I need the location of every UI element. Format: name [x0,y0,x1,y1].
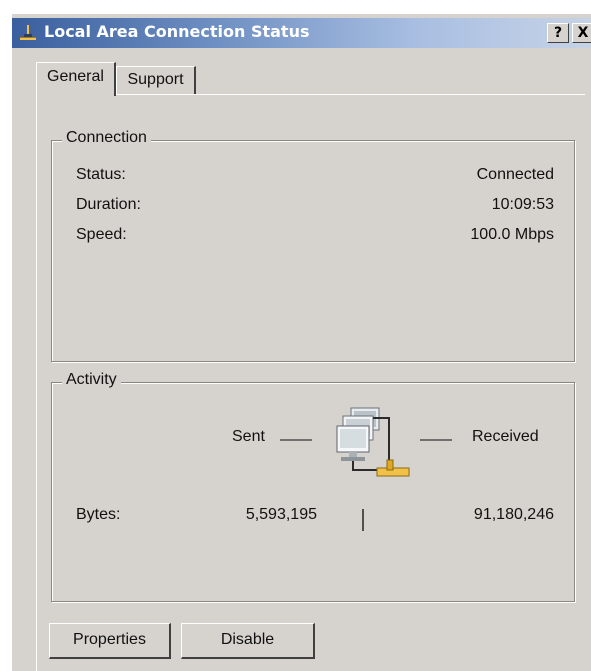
network-icon [20,25,36,40]
bytes-sent-value: 5,593,195 [245,506,317,523]
tab-general[interactable]: General [36,62,116,96]
status-value: Connected [476,166,554,183]
duration-label: Duration: [76,196,141,213]
bytes-label: Bytes: [76,506,121,523]
sent-label: Sent [232,428,265,445]
connection-group-title: Connection [62,129,151,147]
bytes-received-value: 91,180,246 [473,506,554,523]
received-line [420,439,452,441]
help-button[interactable]: ? [547,23,569,43]
speed-value: 100.0 Mbps [470,226,554,243]
close-button[interactable]: X [572,23,591,43]
speed-label: Speed: [76,226,127,243]
general-tab-panel: Connection Status: Connected Duration: 1… [36,94,585,671]
window-title: Local Area Connection Status [44,22,310,41]
tab-support[interactable]: Support [116,66,196,94]
received-label: Received [472,428,539,445]
disable-button[interactable]: Disable [181,623,315,659]
properties-button[interactable]: Properties [49,623,171,659]
activity-group: Activity Sent Received Bytes: 5,593,195 … [51,371,575,602]
connection-group: Connection Status: Connected Duration: 1… [51,129,575,362]
network-computers-icon [336,407,410,477]
status-dialog: Local Area Connection Status ? X General… [10,14,591,671]
status-label: Status: [76,166,126,183]
duration-value: 10:09:53 [491,196,554,213]
title-bar[interactable]: Local Area Connection Status ? X [12,18,591,48]
bytes-separator [362,509,364,531]
activity-group-title: Activity [62,371,121,389]
sent-line [280,439,312,441]
